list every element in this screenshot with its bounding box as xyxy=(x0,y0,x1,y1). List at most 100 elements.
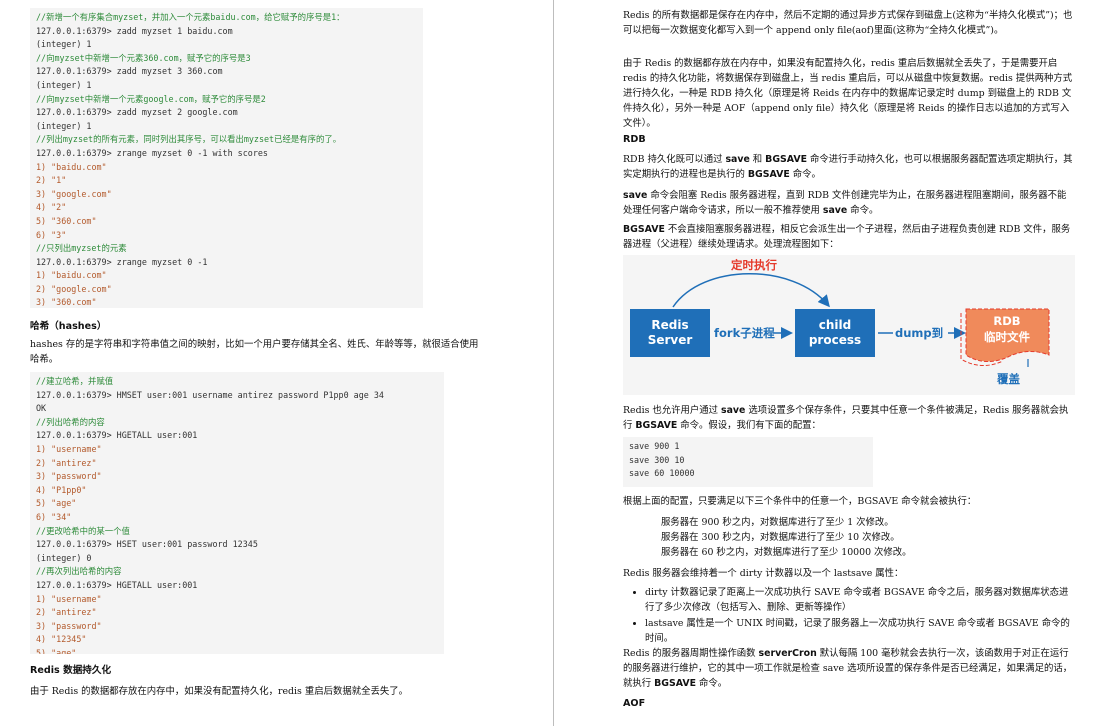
child-process-line2: process xyxy=(808,333,862,347)
code-line: //列出哈希的内容 xyxy=(36,416,105,427)
config-line: save 300 10 xyxy=(629,454,685,465)
fork-label: fork子进程 xyxy=(714,326,775,340)
code-line: 6) "34" xyxy=(36,511,72,522)
rdb-heading: RDB xyxy=(623,134,646,145)
conditions-list: 服务器在 900 秒之内，对数据库进行了至少 1 次修改。 服务器在 300 秒之… xyxy=(623,515,1075,560)
conditions-paragraph: Redis 也允许用户通过 save 选项设置多个保存条件，只要其中任意一个条件… xyxy=(623,403,1075,433)
code-line: 2) "antirez" xyxy=(36,457,97,468)
cond-text-a: Redis 也允许用户通过 xyxy=(623,405,722,416)
bgsave-keyword: BGSAVE xyxy=(654,678,696,689)
bgsave-paragraph: BGSAVE 不会直接阻塞服务器进程，相反它会派生出一个子进程，然后由子进程负责… xyxy=(623,222,1075,252)
dirty-intro: Redis 服务器会维持着一个 dirty 计数器以及一个 lastsave 属… xyxy=(623,568,904,579)
code-line: (integer) 1 xyxy=(36,39,92,50)
bgsave-text: 不会直接阻塞服务器进程，相反它会派生出一个子进程，然后由子进程负责创建 RDB … xyxy=(623,224,1071,250)
page-divider xyxy=(553,0,554,726)
persistence-heading: Redis 数据持久化 xyxy=(30,665,112,676)
condition-item: 服务器在 900 秒之内，对数据库进行了至少 1 次修改。 xyxy=(661,517,894,528)
code-line: 1) "baidu.com" xyxy=(36,161,107,172)
bgsave-keyword: BGSAVE xyxy=(765,154,808,165)
rdb-paragraph: RDB 持久化既可以通过 save 和 BGSAVE 命令进行手动持久化，也可以… xyxy=(623,152,1075,182)
rdb-file-line1: RDB xyxy=(993,314,1021,328)
code-line: 1) "username" xyxy=(36,593,102,604)
cron-text-c: 命令。 xyxy=(695,678,728,689)
save-config-block: save 900 1 save 300 10 save 60 10000 xyxy=(623,437,873,487)
config-line: save 900 1 xyxy=(629,441,680,451)
save-keyword: save xyxy=(623,190,648,201)
code-line: 5) "age" xyxy=(36,498,77,509)
code-line: 127.0.0.1:6379> zadd myzset 1 baidu.com xyxy=(36,25,233,36)
code-line: 127.0.0.1:6379> HMSET user:001 username … xyxy=(36,389,384,400)
code-line: (integer) 1 xyxy=(36,120,92,131)
code-line: 4) "2" xyxy=(36,202,67,213)
code-line: //更改哈希中的某一个值 xyxy=(36,525,130,536)
cron-text-a: Redis 的服务器周期性操作函数 xyxy=(623,648,759,659)
code-line: //新增一个有序集合myzset，并加入一个元素baidu.com，给它赋予的序… xyxy=(36,12,345,22)
code-line: 127.0.0.1:6379> zrange myzset 0 -1 with … xyxy=(36,147,268,158)
code-line: //向myzset中新增一个元素360.com，赋予它的序号是3 xyxy=(36,52,251,63)
redis-server-line1: Redis xyxy=(651,318,689,332)
code-line: 2) "1" xyxy=(36,175,67,186)
timer-label: 定时执行 xyxy=(731,258,777,272)
timer-arrow xyxy=(672,273,830,308)
code-line: 2) "google.com" xyxy=(36,283,112,294)
code-line: 4) "P1pp0" xyxy=(36,484,87,495)
zset-code-block: //新增一个有序集合myzset，并加入一个元素baidu.com，给它赋予的序… xyxy=(30,8,423,308)
code-line: 127.0.0.1:6379> HSET user:001 password 1… xyxy=(36,539,258,550)
persistence-detail-paragraph: 由于 Redis 的数据都存放在内存中，如果没有配置持久化，redis 重启后数… xyxy=(623,58,1073,129)
code-line: //列出myzset的所有元素，同时列出其序号，可以看出myzset已经是有序的… xyxy=(36,134,342,145)
servercron-paragraph: Redis 的服务器周期性操作函数 serverCron 默认每隔 100 毫秒… xyxy=(623,646,1075,691)
redis-server-line2: Server xyxy=(647,333,693,347)
bgsave-keyword: BGSAVE xyxy=(747,169,790,180)
child-process-line1: child xyxy=(818,318,852,332)
hashes-heading: 哈希（hashes） xyxy=(30,321,107,332)
bgsave-keyword: BGSAVE xyxy=(623,224,665,235)
code-line: OK xyxy=(36,403,47,414)
code-line: 3) "360.com" xyxy=(36,297,97,308)
persistence-paragraph: 由于 Redis 的数据都存放在内存中，如果没有配置持久化，redis 重启后数… xyxy=(30,686,408,697)
aof-heading: AOF xyxy=(623,698,646,709)
code-line: 127.0.0.1:6379> zadd myzset 3 360.com xyxy=(36,66,223,77)
dump-label: dump到 xyxy=(895,326,944,340)
code-line: 6) "3" xyxy=(36,229,67,240)
code-line: 127.0.0.1:6379> HGETALL user:001 xyxy=(36,430,198,441)
save-keyword: save xyxy=(822,205,848,216)
code-line: 5) "360.com" xyxy=(36,215,97,226)
redis-server-box: Redis Server xyxy=(630,309,710,357)
cover-label: 覆盖 xyxy=(997,372,1020,386)
code-line: 127.0.0.1:6379> HGETALL user:001 xyxy=(36,579,198,590)
rdb-flow-diagram: 定时执行 Redis Server fork子进程 child process … xyxy=(623,255,1075,395)
rdb-text-d: 命令。 xyxy=(789,169,821,180)
save-keyword: save xyxy=(725,154,750,165)
code-line: //建立哈希，并赋值 xyxy=(36,376,114,386)
code-line: 127.0.0.1:6379> zrange myzset 0 -1 xyxy=(36,256,208,267)
code-line: 2) "antirez" xyxy=(36,607,97,618)
condition-item: 服务器在 300 秒之内，对数据库进行了至少 10 次修改。 xyxy=(661,532,900,543)
bullet-item: lastsave 属性是一个 UNIX 时间戳，记录了服务器上一次成功执行 SA… xyxy=(645,616,1075,646)
rdb-temp-file-label: RDB 临时文件 xyxy=(968,313,1046,345)
bullet-item: dirty 计数器记录了距离上一次成功执行 SAVE 命令或者 BGSAVE 命… xyxy=(645,585,1075,615)
code-line: 3) "password" xyxy=(36,471,102,482)
intro-paragraph: Redis 的所有数据都是保存在内存中，然后不定期的通过异步方式保存到磁盘上(这… xyxy=(623,10,1073,36)
code-line: 3) "password" xyxy=(36,620,102,631)
condition-item: 服务器在 60 秒之内，对数据库进行了至少 10000 次修改。 xyxy=(661,547,912,558)
code-line: 3) "google.com" xyxy=(36,188,112,199)
code-line: //只列出myzset的元素 xyxy=(36,243,127,254)
hash-code-block: //建立哈希，并赋值 127.0.0.1:6379> HMSET user:001… xyxy=(30,372,444,654)
rdb-text-b: 和 xyxy=(749,154,766,165)
code-line: (integer) 0 xyxy=(36,552,92,563)
code-line: 127.0.0.1:6379> zadd myzset 2 google.com xyxy=(36,107,238,118)
child-process-box: child process xyxy=(795,309,875,357)
save-keyword: save xyxy=(721,405,746,416)
save-paragraph: save 命令会阻塞 Redis 服务器进程，直到 RDB 文件创建完毕为止，在… xyxy=(623,188,1075,218)
code-line: (integer) 1 xyxy=(36,79,92,90)
cond-text-c: 命令。假设，我们有下面的配置： xyxy=(677,420,821,431)
rdb-file-line2: 临时文件 xyxy=(984,330,1030,344)
hashes-paragraph: hashes 存的是字符串和字符串值之间的映射，比如一个用户要存储其全名、姓氏、… xyxy=(30,339,479,365)
servercron-keyword: serverCron xyxy=(758,648,817,659)
code-line: //向myzset中新增一个元素google.com，赋予它的序号是2 xyxy=(36,93,266,104)
rdb-text-a: RDB 持久化既可以通过 xyxy=(623,154,726,165)
dirty-lastsave-list: dirty 计数器记录了距离上一次成功执行 SAVE 命令或者 BGSAVE 命… xyxy=(623,585,1075,647)
bgsave-keyword: BGSAVE xyxy=(635,420,678,431)
code-line: 1) "username" xyxy=(36,443,102,454)
save-text-b: 命令。 xyxy=(847,205,879,216)
